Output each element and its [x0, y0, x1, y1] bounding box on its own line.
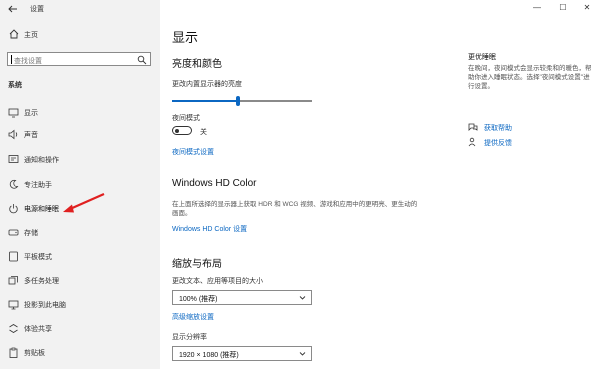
- sidebar-item-label: 多任务处理: [24, 278, 59, 285]
- title-bar: 设置: [0, 0, 160, 18]
- annotation-arrow-icon: [63, 192, 105, 213]
- window-controls: — ☐ ✕: [522, 0, 600, 16]
- advanced-scaling-link[interactable]: 高级缩放设置: [172, 312, 214, 322]
- night-mode-toggle[interactable]: [172, 126, 192, 135]
- feedback-link[interactable]: 提供反馈: [484, 138, 512, 148]
- sidebar-section-label: 系统: [8, 82, 22, 89]
- dropdown-value: 1920 × 1080 (推荐): [179, 352, 239, 359]
- back-button[interactable]: [6, 2, 20, 16]
- slider-thumb[interactable]: [236, 96, 240, 106]
- back-arrow-icon: [8, 5, 17, 13]
- night-mode-label: 夜间模式: [172, 115, 200, 122]
- main-content: — ☐ ✕ 显示 亮度和颜色 更改内置显示器的亮度 夜间模式 关 夜间模式设置 …: [160, 0, 600, 369]
- sidebar-item-sound[interactable]: 声音: [0, 123, 160, 145]
- sidebar-item-shared-experiences[interactable]: 体验共享: [0, 317, 160, 339]
- sidebar-item-label: 剪贴板: [24, 350, 45, 357]
- sidebar-item-label: 显示: [24, 110, 38, 117]
- hdr-description: 在上面所选择的显示器上获取 HDR 和 WCG 视频、游戏和应用中的更明亮、更生…: [172, 201, 418, 217]
- sidebar-item-label: 声音: [24, 132, 38, 139]
- get-help-link[interactable]: 获取帮助: [484, 123, 512, 133]
- resolution-label: 显示分辨率: [172, 334, 207, 341]
- tablet-icon: [9, 251, 18, 262]
- power-icon: [9, 204, 18, 214]
- sidebar-item-label: 存储: [24, 230, 38, 237]
- sidebar-item-label: 电源和睡眠: [24, 206, 59, 213]
- hdr-settings-link[interactable]: Windows HD Color 设置: [172, 224, 247, 234]
- hdr-heading: Windows HD Color: [172, 178, 257, 189]
- chevron-down-icon: [299, 296, 306, 300]
- brightness-slider-label: 更改内置显示器的亮度: [172, 81, 242, 88]
- brightness-heading: 亮度和颜色: [172, 59, 222, 70]
- sidebar-item-multitasking[interactable]: 多任务处理: [0, 269, 160, 291]
- maximize-button[interactable]: ☐: [552, 1, 574, 15]
- search-placeholder: 查找设置: [14, 58, 42, 65]
- sidebar-item-project[interactable]: 投影到此电脑: [0, 293, 160, 315]
- sidebar: 设置 主页 查找设置 系统 显示 声音 通知和操作 专注助手 电源和睡眠 存储 …: [0, 0, 161, 369]
- multitask-icon: [8, 276, 18, 285]
- related-description: 在晚间，夜间模式会显示较柔和的暖色，帮助你进入睡眠状态。选择"夜间模式设置"进行…: [468, 65, 592, 90]
- text-caret: [11, 55, 12, 64]
- sidebar-item-storage[interactable]: 存储: [0, 221, 160, 243]
- slider-track: [238, 100, 312, 102]
- scale-heading: 缩放与布局: [172, 259, 222, 270]
- text-size-dropdown[interactable]: 100% (推荐): [172, 290, 312, 305]
- help-icon: [468, 123, 478, 131]
- slider-track-filled: [172, 100, 238, 102]
- chevron-down-icon: [299, 352, 306, 356]
- search-input[interactable]: 查找设置: [7, 52, 151, 66]
- home-icon: [9, 29, 19, 39]
- sidebar-item-notifications[interactable]: 通知和操作: [0, 148, 160, 170]
- resolution-dropdown[interactable]: 1920 × 1080 (推荐): [172, 346, 312, 361]
- search-icon[interactable]: [137, 55, 147, 65]
- related-title: 更优睡眠: [468, 54, 496, 61]
- brightness-slider[interactable]: [172, 96, 312, 106]
- sidebar-item-label: 主页: [24, 32, 38, 39]
- sidebar-item-label: 平板模式: [24, 254, 52, 261]
- speaker-icon: [8, 129, 18, 140]
- settings-window: 设置 主页 查找设置 系统 显示 声音 通知和操作 专注助手 电源和睡眠 存储 …: [0, 0, 600, 369]
- toggle-knob: [175, 128, 179, 133]
- dropdown-value: 100% (推荐): [179, 296, 218, 303]
- notification-icon: [8, 155, 19, 163]
- night-mode-settings-link[interactable]: 夜间模式设置: [172, 147, 214, 157]
- sidebar-item-label: 通知和操作: [24, 157, 59, 164]
- feedback-icon: [468, 137, 476, 147]
- night-mode-state: 关: [200, 129, 207, 136]
- sidebar-item-display[interactable]: 显示: [0, 101, 160, 123]
- sidebar-item-label: 体验共享: [24, 326, 52, 333]
- sidebar-item-tablet-mode[interactable]: 平板模式: [0, 245, 160, 267]
- sidebar-item-label: 专注助手: [24, 182, 52, 189]
- app-title: 设置: [30, 6, 44, 13]
- monitor-icon: [8, 108, 19, 118]
- close-button[interactable]: ✕: [576, 1, 598, 15]
- moon-icon: [9, 179, 19, 189]
- project-icon: [8, 300, 19, 310]
- sidebar-item-label: 投影到此电脑: [24, 302, 66, 309]
- share-icon: [9, 324, 18, 333]
- minimize-button[interactable]: —: [526, 1, 548, 15]
- sidebar-item-home[interactable]: 主页: [0, 26, 160, 44]
- clipboard-icon: [9, 347, 18, 358]
- storage-icon: [8, 229, 19, 236]
- page-title: 显示: [172, 30, 199, 45]
- sidebar-item-clipboard[interactable]: 剪贴板: [0, 341, 160, 363]
- text-size-label: 更改文本、应用等项目的大小: [172, 278, 263, 285]
